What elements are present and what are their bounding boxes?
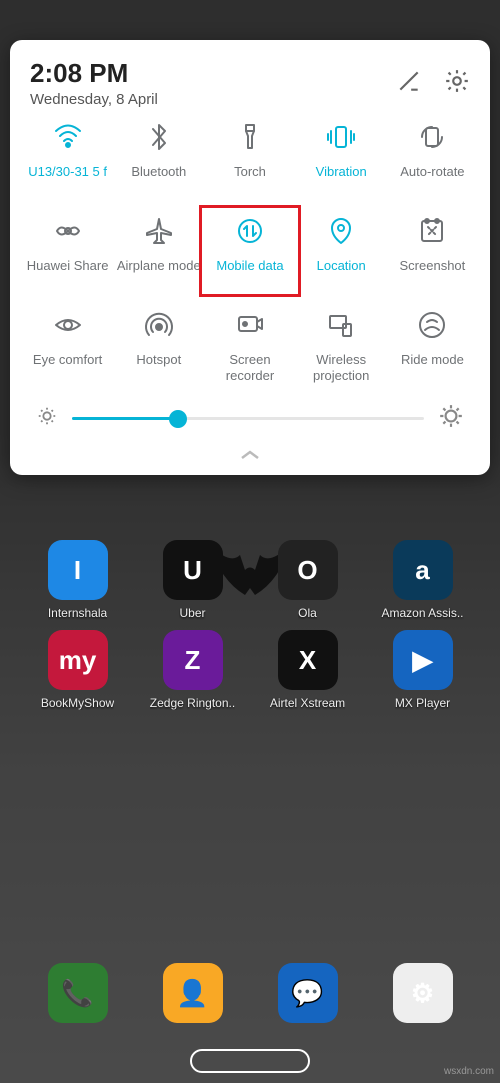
- tile-label: Screen recorder: [204, 352, 295, 383]
- brightness-high-icon: [438, 403, 464, 434]
- tile-airplane[interactable]: Airplane mode: [113, 214, 204, 288]
- app-Internshala[interactable]: I Internshala: [33, 540, 123, 620]
- tile-label: Torch: [234, 164, 266, 194]
- app-icon: ▶: [393, 630, 453, 690]
- tile-label: Location: [317, 258, 366, 288]
- app-row-1: I Internshala U Uber O Ola a Amazon Assis..: [0, 540, 500, 620]
- tile-bluetooth[interactable]: Bluetooth: [113, 120, 204, 194]
- collapse-handle[interactable]: [22, 444, 478, 467]
- clock-date[interactable]: Wednesday, 8 April: [30, 91, 158, 108]
- tile-label: Screenshot: [400, 258, 466, 288]
- app-label: Uber: [179, 606, 205, 620]
- app-icon: 👤: [163, 963, 223, 1023]
- wireless-icon: [324, 308, 358, 342]
- tile-label: Huawei Share: [27, 258, 109, 288]
- app-dock[interactable]: 📞: [33, 963, 123, 1023]
- gesture-bar[interactable]: [190, 1049, 310, 1073]
- tile-location[interactable]: Location: [296, 214, 387, 288]
- screenrec-icon: [233, 308, 267, 342]
- app-label: Internshala: [48, 606, 107, 620]
- app-icon: 💬: [278, 963, 338, 1023]
- wifi-icon: [51, 120, 85, 154]
- eyecomfort-icon: [51, 308, 85, 342]
- watermark: wsxdn.com: [444, 1066, 494, 1077]
- tile-label: U13/30-31 5 f: [28, 164, 107, 194]
- tile-huaweishare[interactable]: Huawei Share: [22, 214, 113, 288]
- app-icon: U: [163, 540, 223, 600]
- app-icon: ⚙: [393, 963, 453, 1023]
- app-icon: my: [48, 630, 108, 690]
- tile-label: Mobile data: [216, 258, 283, 288]
- tile-label: Ride mode: [401, 352, 464, 382]
- huaweishare-icon: [51, 214, 85, 248]
- app-label: Amazon Assis..: [381, 606, 463, 620]
- app-label: Zedge Rington..: [150, 696, 235, 710]
- tile-screenrec[interactable]: Screen recorder: [204, 308, 295, 383]
- tile-eyecomfort[interactable]: Eye comfort: [22, 308, 113, 383]
- app-Ola[interactable]: O Ola: [263, 540, 353, 620]
- screenshot-icon: [415, 214, 449, 248]
- quick-settings-panel: 2:08 PM Wednesday, 8 April U13/30-31 5 f…: [10, 40, 490, 475]
- app-dock[interactable]: ⚙: [378, 963, 468, 1023]
- tile-label: Hotspot: [136, 352, 181, 382]
- brightness-row: [22, 383, 478, 444]
- app-icon: X: [278, 630, 338, 690]
- tile-vibration[interactable]: Vibration: [296, 120, 387, 194]
- app-label: Ola: [298, 606, 317, 620]
- gear-icon[interactable]: [444, 68, 470, 99]
- tile-mobiledata[interactable]: Mobile data: [199, 205, 300, 297]
- tile-label: Bluetooth: [131, 164, 186, 194]
- tile-label: Airplane mode: [117, 258, 201, 288]
- autorotate-icon: [415, 120, 449, 154]
- brightness-slider[interactable]: [72, 417, 424, 420]
- app-Zedge Rington..[interactable]: Z Zedge Rington..: [148, 630, 238, 710]
- tile-label: Vibration: [316, 164, 367, 194]
- app-icon: a: [393, 540, 453, 600]
- torch-icon: [233, 120, 267, 154]
- tile-screenshot[interactable]: Screenshot: [387, 214, 478, 288]
- bluetooth-icon: [142, 120, 176, 154]
- ridemode-icon: [415, 308, 449, 342]
- tile-wireless[interactable]: Wireless projection: [296, 308, 387, 383]
- tile-label: Eye comfort: [33, 352, 102, 382]
- app-dock[interactable]: 👤: [148, 963, 238, 1023]
- app-BookMyShow[interactable]: my BookMyShow: [33, 630, 123, 710]
- tile-ridemode[interactable]: Ride mode: [387, 308, 478, 383]
- app-Uber[interactable]: U Uber: [148, 540, 238, 620]
- tile-wifi[interactable]: U13/30-31 5 f: [22, 120, 113, 194]
- tile-torch[interactable]: Torch: [204, 120, 295, 194]
- edit-icon[interactable]: [396, 68, 422, 99]
- app-dock[interactable]: 💬: [263, 963, 353, 1023]
- panel-header: 2:08 PM Wednesday, 8 April: [22, 58, 478, 108]
- tile-hotspot[interactable]: Hotspot: [113, 308, 204, 383]
- hotspot-icon: [142, 308, 176, 342]
- app-MX Player[interactable]: ▶ MX Player: [378, 630, 468, 710]
- app-label: MX Player: [395, 696, 450, 710]
- app-label: Airtel Xstream: [270, 696, 345, 710]
- airplane-icon: [142, 214, 176, 248]
- tile-label: Wireless projection: [296, 352, 387, 383]
- app-Amazon Assis..[interactable]: a Amazon Assis..: [378, 540, 468, 620]
- brightness-low-icon: [36, 405, 58, 432]
- app-icon: O: [278, 540, 338, 600]
- app-label: BookMyShow: [41, 696, 114, 710]
- clock-time[interactable]: 2:08 PM: [30, 58, 158, 89]
- app-Airtel Xstream[interactable]: X Airtel Xstream: [263, 630, 353, 710]
- tiles-grid: U13/30-31 5 f Bluetooth Torch Vibration Auto…: [22, 120, 478, 383]
- app-row-2: my BookMyShow Z Zedge Rington.. X Airtel Xstr…: [0, 630, 500, 710]
- app-icon: I: [48, 540, 108, 600]
- vibration-icon: [324, 120, 358, 154]
- dock-row: 📞 👤 💬 ⚙: [0, 963, 500, 1023]
- tile-label: Auto-rotate: [400, 164, 464, 194]
- app-icon: 📞: [48, 963, 108, 1023]
- mobiledata-icon: [233, 214, 267, 248]
- app-icon: Z: [163, 630, 223, 690]
- tile-autorotate[interactable]: Auto-rotate: [387, 120, 478, 194]
- location-icon: [324, 214, 358, 248]
